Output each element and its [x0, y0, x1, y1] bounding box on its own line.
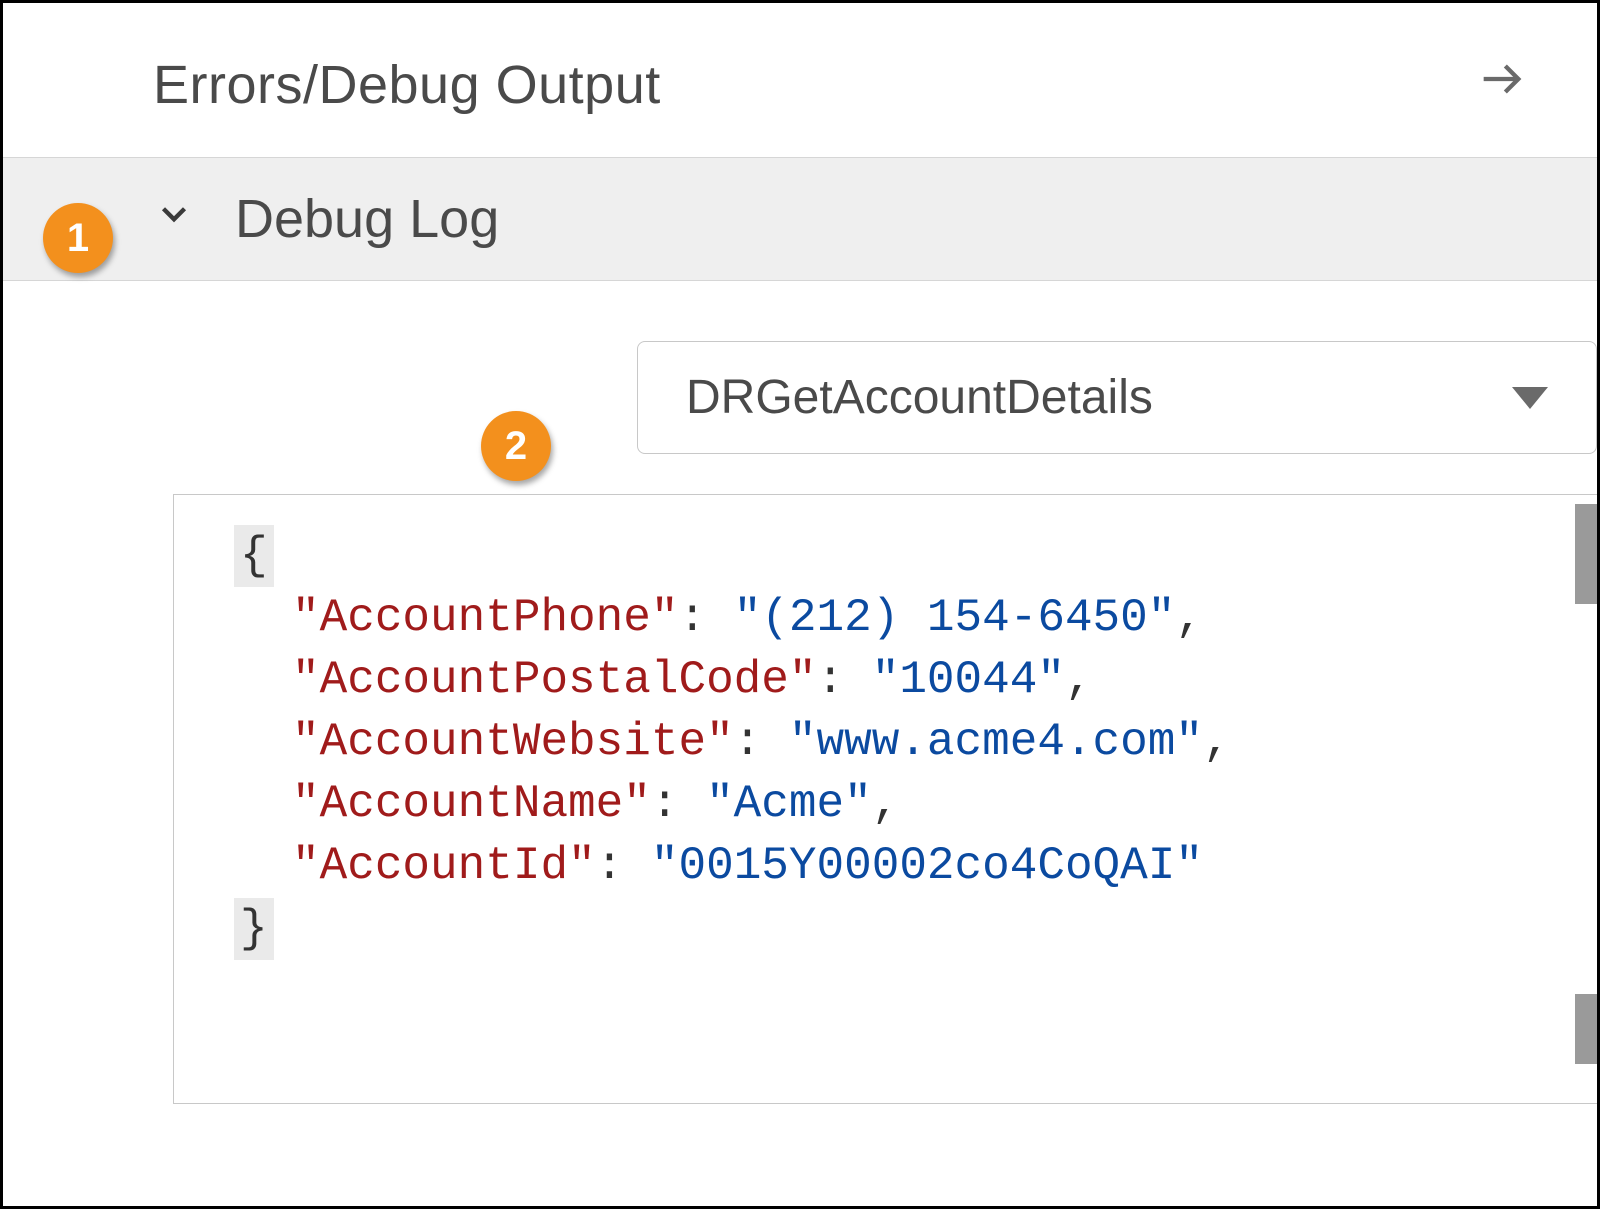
- code-container: { "AccountPhone": "(212) 154-6450", "Acc…: [173, 494, 1597, 1104]
- debug-source-dropdown[interactable]: DRGetAccountDetails: [637, 341, 1597, 454]
- collapse-right-icon[interactable]: [1465, 43, 1537, 127]
- json-entry: "AccountId": "0015Y00002co4CoQAI": [234, 835, 1547, 897]
- json-value: "www.acme4.com": [789, 716, 1203, 768]
- json-key: "AccountWebsite": [292, 716, 734, 768]
- panel-title: Errors/Debug Output: [153, 54, 661, 116]
- json-output[interactable]: { "AccountPhone": "(212) 154-6450", "Acc…: [174, 495, 1597, 1103]
- caret-down-icon: [1512, 387, 1548, 409]
- scrollbar-thumb[interactable]: [1575, 994, 1600, 1064]
- json-key: "AccountName": [292, 778, 651, 830]
- json-entry: "AccountPhone": "(212) 154-6450",: [234, 587, 1547, 649]
- json-key: "AccountPhone": [292, 592, 678, 644]
- debug-log-section-header[interactable]: Debug Log: [3, 157, 1597, 281]
- dropdown-selected-label: DRGetAccountDetails: [686, 370, 1153, 425]
- json-entry: "AccountPostalCode": "10044",: [234, 649, 1547, 711]
- section-title: Debug Log: [235, 188, 499, 250]
- json-value: "(212) 154-6450": [734, 592, 1176, 644]
- scrollbar[interactable]: [1571, 494, 1600, 1104]
- open-brace: {: [234, 525, 274, 587]
- callout-number: 2: [505, 424, 527, 469]
- panel-header: Errors/Debug Output: [3, 3, 1597, 157]
- json-value: "Acme": [706, 778, 872, 830]
- callout-number: 1: [67, 216, 89, 261]
- json-value: "10044": [872, 654, 1065, 706]
- dropdown-row: DRGetAccountDetails: [3, 281, 1597, 494]
- scrollbar-thumb[interactable]: [1575, 504, 1600, 604]
- debug-panel-frame: 1 2 Errors/Debug Output Debug Log DRGetA…: [0, 0, 1600, 1209]
- json-key: "AccountId": [292, 840, 596, 892]
- callout-badge-2: 2: [481, 411, 551, 481]
- json-key: "AccountPostalCode": [292, 654, 817, 706]
- chevron-down-icon: [153, 193, 195, 245]
- json-entry: "AccountWebsite": "www.acme4.com",: [234, 711, 1547, 773]
- json-value: "0015Y00002co4CoQAI": [651, 840, 1203, 892]
- json-entry: "AccountName": "Acme",: [234, 773, 1547, 835]
- code-frame: { "AccountPhone": "(212) 154-6450", "Acc…: [173, 494, 1597, 1104]
- callout-badge-1: 1: [43, 203, 113, 273]
- close-brace: }: [234, 898, 274, 960]
